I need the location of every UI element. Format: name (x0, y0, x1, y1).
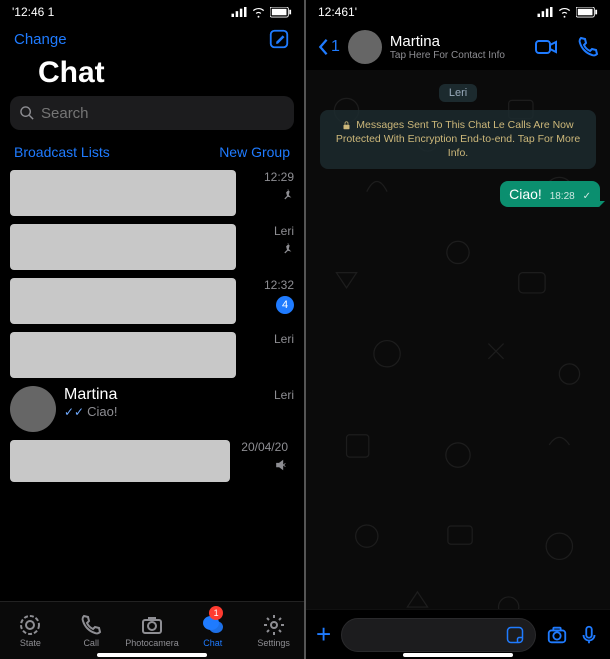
chat-time: Leri (274, 388, 294, 402)
chat-time: Leri (274, 332, 294, 346)
chat-list: 12:29 Leri 12:32 4 Leri (0, 166, 304, 601)
search-icon (20, 106, 35, 121)
status-time: 12:461' (318, 5, 357, 19)
status-time: '12:46 1 (12, 5, 54, 19)
page-title: Chat (14, 56, 290, 90)
chat-time: 12:32 (264, 278, 294, 292)
message-input-row: + (306, 609, 610, 659)
tab-label: Photocamera (125, 638, 179, 648)
camera-icon (140, 613, 164, 637)
chat-row[interactable]: Leri (0, 220, 304, 274)
status-bar: '12:46 1 (0, 0, 304, 24)
search-input[interactable] (10, 96, 294, 130)
attach-button[interactable]: + (316, 619, 331, 650)
mic-button[interactable] (578, 624, 600, 646)
title-text: Chat (38, 56, 105, 90)
chat-preview-placeholder (10, 332, 236, 378)
chat-row[interactable]: 20/04/20 (0, 436, 304, 486)
mute-icon (274, 458, 288, 472)
chat-row[interactable]: Martina Leri ✓✓ Ciao! (0, 382, 304, 436)
tab-bar: State Call Photocamera 1 Chat Settings (0, 601, 304, 659)
header-title-area[interactable]: Martina Tap Here For Contact Info (390, 33, 526, 61)
bubble-time: 18:28 (550, 191, 575, 202)
conversation-body[interactable]: Leri Messages Sent To This Chat Le Calls… (306, 70, 610, 609)
voice-call-icon[interactable] (576, 35, 600, 59)
tab-settings[interactable]: Settings (243, 602, 304, 659)
battery-icon (576, 7, 598, 18)
pin-icon (280, 188, 294, 202)
status-bar: 12:461' (306, 0, 610, 24)
chat-preview-placeholder (10, 278, 236, 324)
back-count: 1 (331, 38, 340, 56)
encryption-notice[interactable]: Messages Sent To This Chat Le Calls Are … (320, 110, 596, 169)
phone-icon (79, 613, 103, 637)
tab-state[interactable]: State (0, 602, 61, 659)
contact-subtitle: Tap Here For Contact Info (390, 50, 526, 61)
tab-label: Settings (257, 638, 290, 648)
sticker-icon[interactable] (505, 625, 525, 645)
search-field[interactable] (41, 105, 284, 122)
top-bar: Change (0, 24, 304, 54)
search-wrap (0, 96, 304, 138)
chat-row[interactable]: Leri (0, 328, 304, 382)
chat-time: Leri (274, 224, 294, 238)
contact-name: Martina (390, 33, 526, 50)
chat-preview-placeholder (10, 170, 236, 216)
bubble-text: Ciao! (509, 186, 542, 202)
camera-button[interactable] (546, 624, 568, 646)
tab-chat[interactable]: 1 Chat (182, 602, 243, 659)
home-indicator[interactable] (97, 653, 207, 657)
tab-camera[interactable]: Photocamera (122, 602, 183, 659)
list-header: Broadcast Lists New Group (0, 138, 304, 166)
chat-preview-placeholder (10, 224, 236, 270)
avatar (10, 386, 56, 432)
signal-icon (537, 7, 553, 17)
tab-label: Call (83, 638, 99, 648)
unread-badge: 4 (276, 296, 294, 314)
status-icons (537, 6, 598, 18)
conversation-header: 1 Martina Tap Here For Contact Info (306, 24, 610, 70)
encryption-text: Messages Sent To This Chat Le Calls Are … (336, 119, 580, 159)
video-call-icon[interactable] (534, 35, 558, 59)
bubble-tick: ✓ (583, 191, 591, 202)
chat-last-msg: ✓✓ Ciao! (64, 404, 294, 419)
chat-preview-placeholder (10, 440, 230, 482)
bubble-tail (599, 201, 605, 207)
conversation-screen: 12:461' 1 Martina Tap Here For Contact I… (306, 0, 610, 659)
tab-label: Chat (203, 638, 222, 648)
avatar[interactable] (348, 30, 382, 64)
day-pill: Leri (439, 84, 477, 102)
chat-msg-text: Ciao! (87, 404, 117, 419)
message-input[interactable] (341, 618, 536, 652)
tab-label: State (20, 638, 41, 648)
chat-name: Martina (64, 386, 117, 404)
new-group-link[interactable]: New Group (219, 144, 290, 160)
chat-list-screen: '12:46 1 Change Chat Broadcast Lists New… (0, 0, 304, 659)
chat-row[interactable]: 12:29 (0, 166, 304, 220)
wifi-icon (251, 6, 266, 18)
edit-link[interactable]: Change (14, 31, 67, 48)
tab-calls[interactable]: Call (61, 602, 122, 659)
home-indicator[interactable] (403, 653, 513, 657)
broadcast-link[interactable]: Broadcast Lists (14, 144, 110, 160)
chevron-left-icon (316, 38, 330, 56)
title-row: Chat (0, 54, 304, 96)
compose-icon[interactable] (268, 28, 290, 50)
chat-row[interactable]: 12:32 4 (0, 274, 304, 328)
pin-icon (280, 242, 294, 256)
status-icon (18, 613, 42, 637)
read-tick-icon: ✓✓ (64, 405, 84, 419)
signal-icon (231, 7, 247, 17)
chat-time: 12:29 (264, 170, 294, 184)
chat-time: 20/04/20 (241, 440, 288, 454)
battery-icon (270, 7, 292, 18)
back-button[interactable]: 1 (316, 38, 340, 56)
moon-icon (14, 62, 36, 84)
status-icons (231, 6, 292, 18)
wifi-icon (557, 6, 572, 18)
gear-icon (262, 613, 286, 637)
message-bubble-out[interactable]: Ciao! 18:28 ✓ (500, 181, 600, 207)
lock-icon (342, 121, 351, 130)
